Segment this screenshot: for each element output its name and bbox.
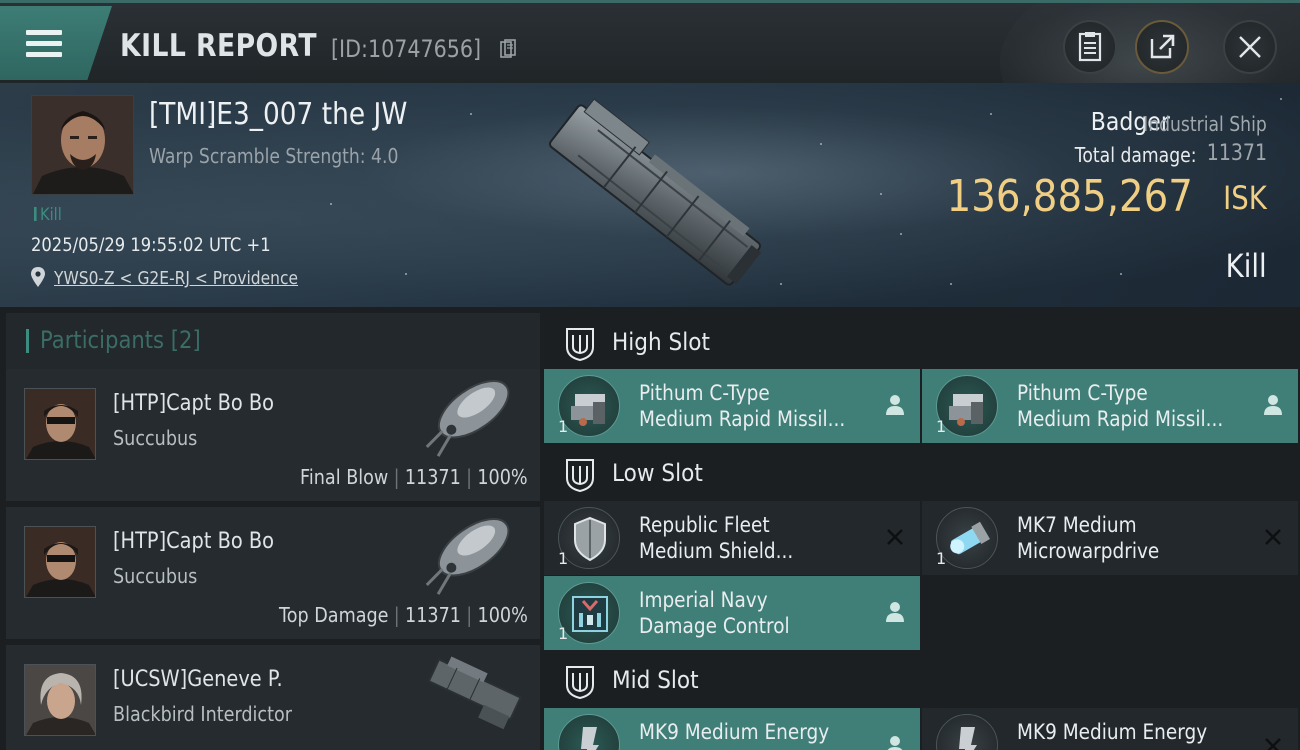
participant-avatar[interactable]	[24, 526, 96, 598]
close-icon	[1239, 36, 1261, 58]
total-damage-value: 11371	[1206, 141, 1267, 166]
participant-name[interactable]: [HTP]Capt Bo Bo	[113, 529, 274, 554]
share-icon	[1150, 34, 1175, 59]
participant-row[interactable]: [UCSW]Geneve P. Blackbird Interdictor	[6, 645, 540, 750]
module-name-line1: Pithum C-Type	[1017, 381, 1148, 405]
participant-ship: Succubus	[113, 426, 198, 450]
report-id: [ID:10747656]	[331, 35, 482, 63]
module-item[interactable]: 1 Pithum C-Type Medium Rapid Missil...	[922, 369, 1298, 443]
participant-ship-render	[425, 518, 510, 595]
menu-button[interactable]	[0, 6, 112, 80]
participant-row[interactable]: [HTP]Capt Bo Bo Succubus Top Damage | 1137…	[6, 507, 540, 639]
slot-shield-icon	[566, 328, 594, 361]
pilot-icon	[1264, 395, 1282, 415]
participant-damage: 11371	[405, 465, 462, 489]
module-name-line1: MK9 Medium Energy	[1017, 720, 1208, 744]
page-title: KILL REPORT	[120, 28, 318, 64]
victim-summary: [TMI]E3_007 the JW Warp Scramble Strengt…	[0, 83, 1300, 307]
energy-module-icon	[936, 714, 998, 750]
participant-ship: Blackbird Interdictor	[113, 702, 293, 726]
participants-header: Participants [2]	[6, 313, 540, 369]
copy-icon[interactable]	[500, 39, 516, 59]
slot-header-low: Low Slot	[544, 444, 1300, 502]
slot-label: Low Slot	[612, 459, 703, 487]
close-button[interactable]	[1223, 20, 1277, 74]
module-name-line1: Republic Fleet	[639, 513, 770, 537]
destroyed-x-icon	[887, 529, 903, 545]
victim-portrait-image	[32, 96, 133, 194]
document-button[interactable]	[1063, 20, 1117, 74]
module-quantity: 1	[558, 624, 569, 643]
module-item[interactable]: 1 Imperial Navy Damage Control	[544, 576, 920, 650]
pilot-icon	[886, 395, 904, 415]
participant-ship-render	[427, 656, 522, 730]
pilot-icon	[886, 602, 904, 622]
warp-scramble-strength: Warp Scramble Strength: 4.0	[149, 144, 399, 168]
participant-role: Top Damage	[279, 603, 389, 627]
isk-value: 136,885,267	[946, 171, 1193, 222]
document-icon	[1078, 32, 1102, 62]
module-name-line1: MK9 Medium Energy	[639, 720, 830, 744]
participant-damage: 11371	[405, 603, 462, 627]
module-name-line2: Medium Rapid Missil...	[639, 407, 846, 431]
module-quantity: 1	[936, 417, 947, 436]
kill-tag: Kill	[34, 205, 62, 225]
module-name-line2: Medium Shield...	[639, 539, 794, 563]
pilot-icon	[887, 736, 903, 750]
isk-unit: ISK	[1223, 179, 1267, 217]
module-quantity: 1	[558, 549, 569, 568]
slot-header-high: High Slot	[544, 313, 1300, 371]
location-pin-icon	[31, 267, 45, 287]
participant-avatar[interactable]	[24, 388, 96, 460]
participant-percent: 100%	[477, 603, 528, 627]
participant-percent: 100%	[477, 465, 528, 489]
module-name-line2: Medium Rapid Missil...	[1017, 407, 1224, 431]
slot-header-mid: Mid Slot	[544, 651, 1300, 709]
slot-shield-icon	[566, 666, 594, 699]
victim-portrait[interactable]	[31, 95, 134, 195]
participant-name[interactable]: [HTP]Capt Bo Bo	[113, 391, 274, 416]
slot-label: High Slot	[612, 328, 710, 356]
module-quantity: 1	[558, 417, 569, 436]
module-name-line1: Imperial Navy	[639, 588, 768, 612]
participant-row[interactable]: [HTP]Capt Bo Bo Succubus Final Blow | 1137…	[6, 369, 540, 501]
victim-name[interactable]: [TMI]E3_007 the JW	[149, 97, 407, 132]
header-bar: KILL REPORT [ID:10747656]	[0, 0, 1300, 83]
report-result: Kill	[1226, 247, 1267, 285]
participant-stats: Final Blow | 11371 | 100%	[300, 465, 528, 489]
participant-stats: Top Damage | 11371 | 100%	[279, 603, 528, 627]
energy-module-icon	[558, 714, 620, 750]
module-name-line1: MK7 Medium	[1017, 513, 1137, 537]
victim-ship-class: Industrial Ship	[1143, 112, 1267, 136]
participants-title: Participants [2]	[40, 326, 201, 354]
module-name-line1: Pithum C-Type	[639, 381, 770, 405]
kill-location-link[interactable]: YWS0-Z < G2E-RJ < Providence	[54, 268, 298, 289]
slot-shield-icon	[566, 459, 594, 492]
destroyed-x-icon	[1265, 738, 1281, 750]
total-damage-label: Total damage:	[1074, 143, 1196, 167]
participant-name[interactable]: [UCSW]Geneve P.	[113, 667, 283, 692]
slot-label: Mid Slot	[612, 666, 699, 694]
module-item[interactable]: MK9 Medium Energy	[922, 708, 1298, 750]
module-item[interactable]: 1 Pithum C-Type Medium Rapid Missil...	[544, 369, 920, 443]
kill-datetime: 2025/05/29 19:55:02 UTC +1	[31, 234, 271, 256]
module-quantity: 1	[936, 549, 947, 568]
destroyed-x-icon	[1265, 529, 1281, 545]
module-item[interactable]: 1 Republic Fleet Medium Shield...	[544, 501, 920, 575]
share-button[interactable]	[1135, 20, 1189, 74]
participant-role: Final Blow	[300, 465, 389, 489]
participant-avatar[interactable]	[24, 664, 96, 736]
victim-ship-render	[548, 98, 762, 286]
menu-icon	[26, 30, 62, 58]
participant-ship: Succubus	[113, 564, 198, 588]
participants-panel: Participants [2] [HTP]Capt Bo Bo Succubu…	[6, 313, 540, 750]
module-name-line2: Microwarpdrive	[1017, 539, 1160, 563]
module-item[interactable]: 1 MK7 Medium Microwarpdrive	[922, 501, 1298, 575]
participant-ship-render	[425, 380, 510, 457]
module-item[interactable]: MK9 Medium Energy	[544, 708, 920, 750]
module-name-line2: Damage Control	[639, 614, 790, 638]
